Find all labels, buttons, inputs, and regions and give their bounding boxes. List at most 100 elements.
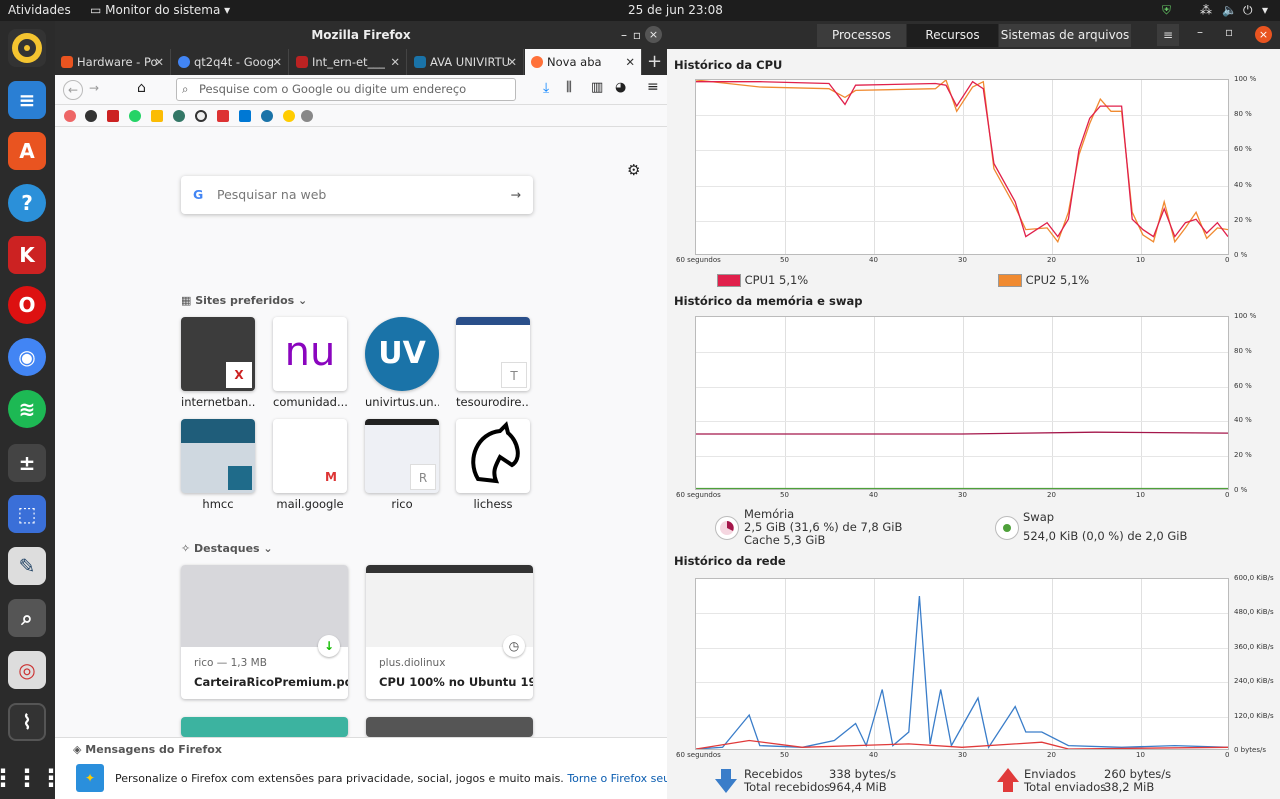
writer-icon[interactable]: ≡ bbox=[8, 81, 46, 119]
close-tab-icon[interactable]: ✕ bbox=[272, 49, 282, 75]
top-sites-title: Sites preferidos bbox=[195, 294, 295, 307]
bookmark-whatsapp-icon[interactable] bbox=[129, 110, 141, 122]
close-icon[interactable]: × bbox=[1255, 26, 1272, 43]
app-menu[interactable]: ▭ Monitor do sistema ▾ bbox=[90, 3, 230, 17]
magnifier-icon[interactable]: ⌕ bbox=[8, 599, 46, 637]
close-tab-icon[interactable]: ✕ bbox=[154, 49, 164, 75]
calculator-icon[interactable]: ± bbox=[8, 444, 46, 482]
bookmark-yellow-icon[interactable] bbox=[283, 110, 295, 122]
chromium-icon[interactable]: ◉ bbox=[8, 338, 46, 376]
top-site-gmail[interactable]: M mail.google bbox=[273, 419, 347, 511]
web-search-input[interactable]: G Pesquisar na web → bbox=[181, 176, 533, 214]
close-tab-icon[interactable]: ✕ bbox=[625, 49, 635, 75]
clock[interactable]: 25 de jun 23:08 bbox=[628, 3, 723, 17]
chevron-down-icon: ⌄ bbox=[294, 294, 308, 307]
tab-internet[interactable]: Int_ern-et___ ✕ bbox=[290, 49, 407, 75]
gear-icon[interactable]: ⚙ bbox=[627, 161, 640, 179]
forward-icon[interactable]: → bbox=[89, 81, 99, 95]
document-viewer-icon[interactable]: ◎ bbox=[8, 651, 46, 689]
messages-link[interactable]: Torne o Firefox seu. bbox=[567, 772, 673, 785]
volume-icon[interactable]: 🔈 bbox=[1222, 3, 1237, 17]
tab-hardware[interactable]: Hardware - Po ✕ bbox=[55, 49, 171, 75]
menu-icon[interactable]: ≡ bbox=[647, 79, 659, 95]
bookmark-gray-icon[interactable] bbox=[301, 110, 313, 122]
tab-google[interactable]: qt2q4t - Goog ✕ bbox=[172, 49, 289, 75]
url-bar[interactable]: ⌕ Pesquise com o Google ou digite um end… bbox=[176, 78, 516, 101]
top-site-tesouro[interactable]: T tesourodire... bbox=[456, 317, 530, 409]
opera-icon[interactable]: O bbox=[8, 286, 46, 324]
bookmark-gmail-icon[interactable] bbox=[217, 110, 229, 122]
close-tab-icon[interactable]: ✕ bbox=[390, 49, 400, 75]
shield-icon[interactable]: ⛨ bbox=[1162, 3, 1171, 18]
text-editor-icon[interactable]: ✎ bbox=[8, 547, 46, 585]
highlight-card[interactable]: ↓ rico — 1,3 MB CarteiraRicoPremium.pdf bbox=[181, 565, 348, 699]
tab-new-tab[interactable]: Nova aba ✕ bbox=[525, 49, 642, 75]
cpu2-legend: CPU2 5,1% bbox=[998, 273, 1089, 287]
highlight-card-whatsapp[interactable] bbox=[181, 717, 348, 737]
home-icon[interactable]: ⌂ bbox=[137, 80, 146, 96]
top-site-internetbanking[interactable]: X internetban... bbox=[181, 317, 255, 409]
maximize-icon[interactable]: ▫ bbox=[1225, 25, 1233, 39]
library-icon[interactable]: ⫼ bbox=[566, 80, 572, 95]
cpu1-swatch[interactable] bbox=[717, 274, 741, 287]
app-x-icon[interactable]: K bbox=[8, 236, 46, 274]
sidebar-icon[interactable]: ▥ bbox=[591, 80, 603, 95]
y-tick-label: 40 % bbox=[1234, 180, 1252, 189]
bookmark-univirtus-icon[interactable] bbox=[261, 110, 273, 122]
highlight-card-cpu[interactable] bbox=[366, 717, 533, 737]
swap-line bbox=[696, 487, 1228, 489]
top-site-hmcc[interactable]: hmcc bbox=[181, 419, 255, 511]
highlight-card[interactable]: ◷ plus.diolinux CPU 100% no Ubuntu 19.0.… bbox=[366, 565, 533, 699]
arrow-right-icon[interactable]: → bbox=[511, 176, 521, 214]
bookmark-bird-icon[interactable] bbox=[85, 110, 97, 122]
cpu1-legend: CPU1 5,1% bbox=[717, 273, 808, 287]
screenshot-icon[interactable]: ⬚ bbox=[8, 495, 46, 533]
bookmark-outlook-icon[interactable] bbox=[239, 110, 251, 122]
system-monitor-icon[interactable]: ⌇ bbox=[8, 703, 46, 741]
top-site-univirtus[interactable]: UV univirtus.un... bbox=[365, 317, 439, 409]
help-icon[interactable]: ? bbox=[8, 184, 46, 222]
bookmark-clock-icon[interactable] bbox=[195, 110, 207, 122]
top-site-lichess[interactable]: lichess bbox=[456, 419, 530, 511]
swap-pie-icon[interactable] bbox=[995, 516, 1019, 540]
activities-button[interactable]: Atividades bbox=[8, 3, 71, 17]
top-sites-header[interactable]: ▦ Sites preferidos ⌄ bbox=[181, 294, 307, 307]
highlights-header[interactable]: ✧ Destaques ⌄ bbox=[181, 542, 273, 555]
rhythmbox-icon[interactable] bbox=[8, 29, 46, 67]
tab-filesystems[interactable]: Sistemas de arquivos bbox=[999, 24, 1131, 47]
bookmark-tree-icon[interactable] bbox=[173, 110, 185, 122]
new-tab-button[interactable]: + bbox=[647, 49, 662, 75]
sent-total: 38,2 MiB bbox=[1104, 780, 1155, 794]
google-icon: G bbox=[193, 187, 204, 202]
menu-icon[interactable]: ≡ bbox=[1157, 24, 1179, 46]
tab-resources[interactable]: Recursos bbox=[907, 24, 998, 47]
close-icon[interactable]: × bbox=[645, 26, 662, 43]
letter-t-icon: T bbox=[501, 362, 527, 388]
power-icon[interactable]: ⏻ bbox=[1243, 3, 1253, 18]
top-site-rico[interactable]: R rico bbox=[365, 419, 439, 511]
minimize-icon[interactable]: – bbox=[1197, 25, 1203, 39]
bookmark-x-icon[interactable] bbox=[107, 110, 119, 122]
network-history-title: Histórico da rede bbox=[674, 554, 786, 568]
cpu2-swatch[interactable] bbox=[998, 274, 1022, 287]
app-x-icon bbox=[296, 56, 308, 68]
bookmark-firefox-icon[interactable] bbox=[64, 110, 76, 122]
spotify-icon[interactable]: ≋ bbox=[8, 390, 46, 428]
back-icon[interactable]: ← bbox=[63, 80, 83, 100]
chevron-down-icon[interactable]: ▾ bbox=[1262, 3, 1268, 17]
memory-pie-icon[interactable] bbox=[715, 516, 739, 540]
tab-ava[interactable]: AVA UNIVIRTU ✕ bbox=[408, 49, 524, 75]
network-icon[interactable]: ⁂ bbox=[1200, 3, 1212, 17]
minimize-icon[interactable]: – bbox=[621, 21, 627, 49]
close-tab-icon[interactable]: ✕ bbox=[507, 49, 517, 75]
top-site-nubank[interactable]: nu comunidad... bbox=[273, 317, 347, 409]
account-icon[interactable]: ◕ bbox=[615, 80, 626, 95]
site-label: rico bbox=[391, 497, 413, 511]
bookmark-drive-icon[interactable] bbox=[151, 110, 163, 122]
y-tick-label: 600,0 KiB/s bbox=[1234, 574, 1274, 582]
download-icon[interactable]: ⤓ bbox=[543, 80, 549, 96]
tab-processes[interactable]: Processos bbox=[817, 24, 906, 47]
maximize-icon[interactable]: ▫ bbox=[633, 21, 641, 49]
software-center-icon[interactable]: A bbox=[8, 132, 46, 170]
app-grid-icon[interactable]: ⋮⋮⋮ bbox=[0, 759, 63, 797]
